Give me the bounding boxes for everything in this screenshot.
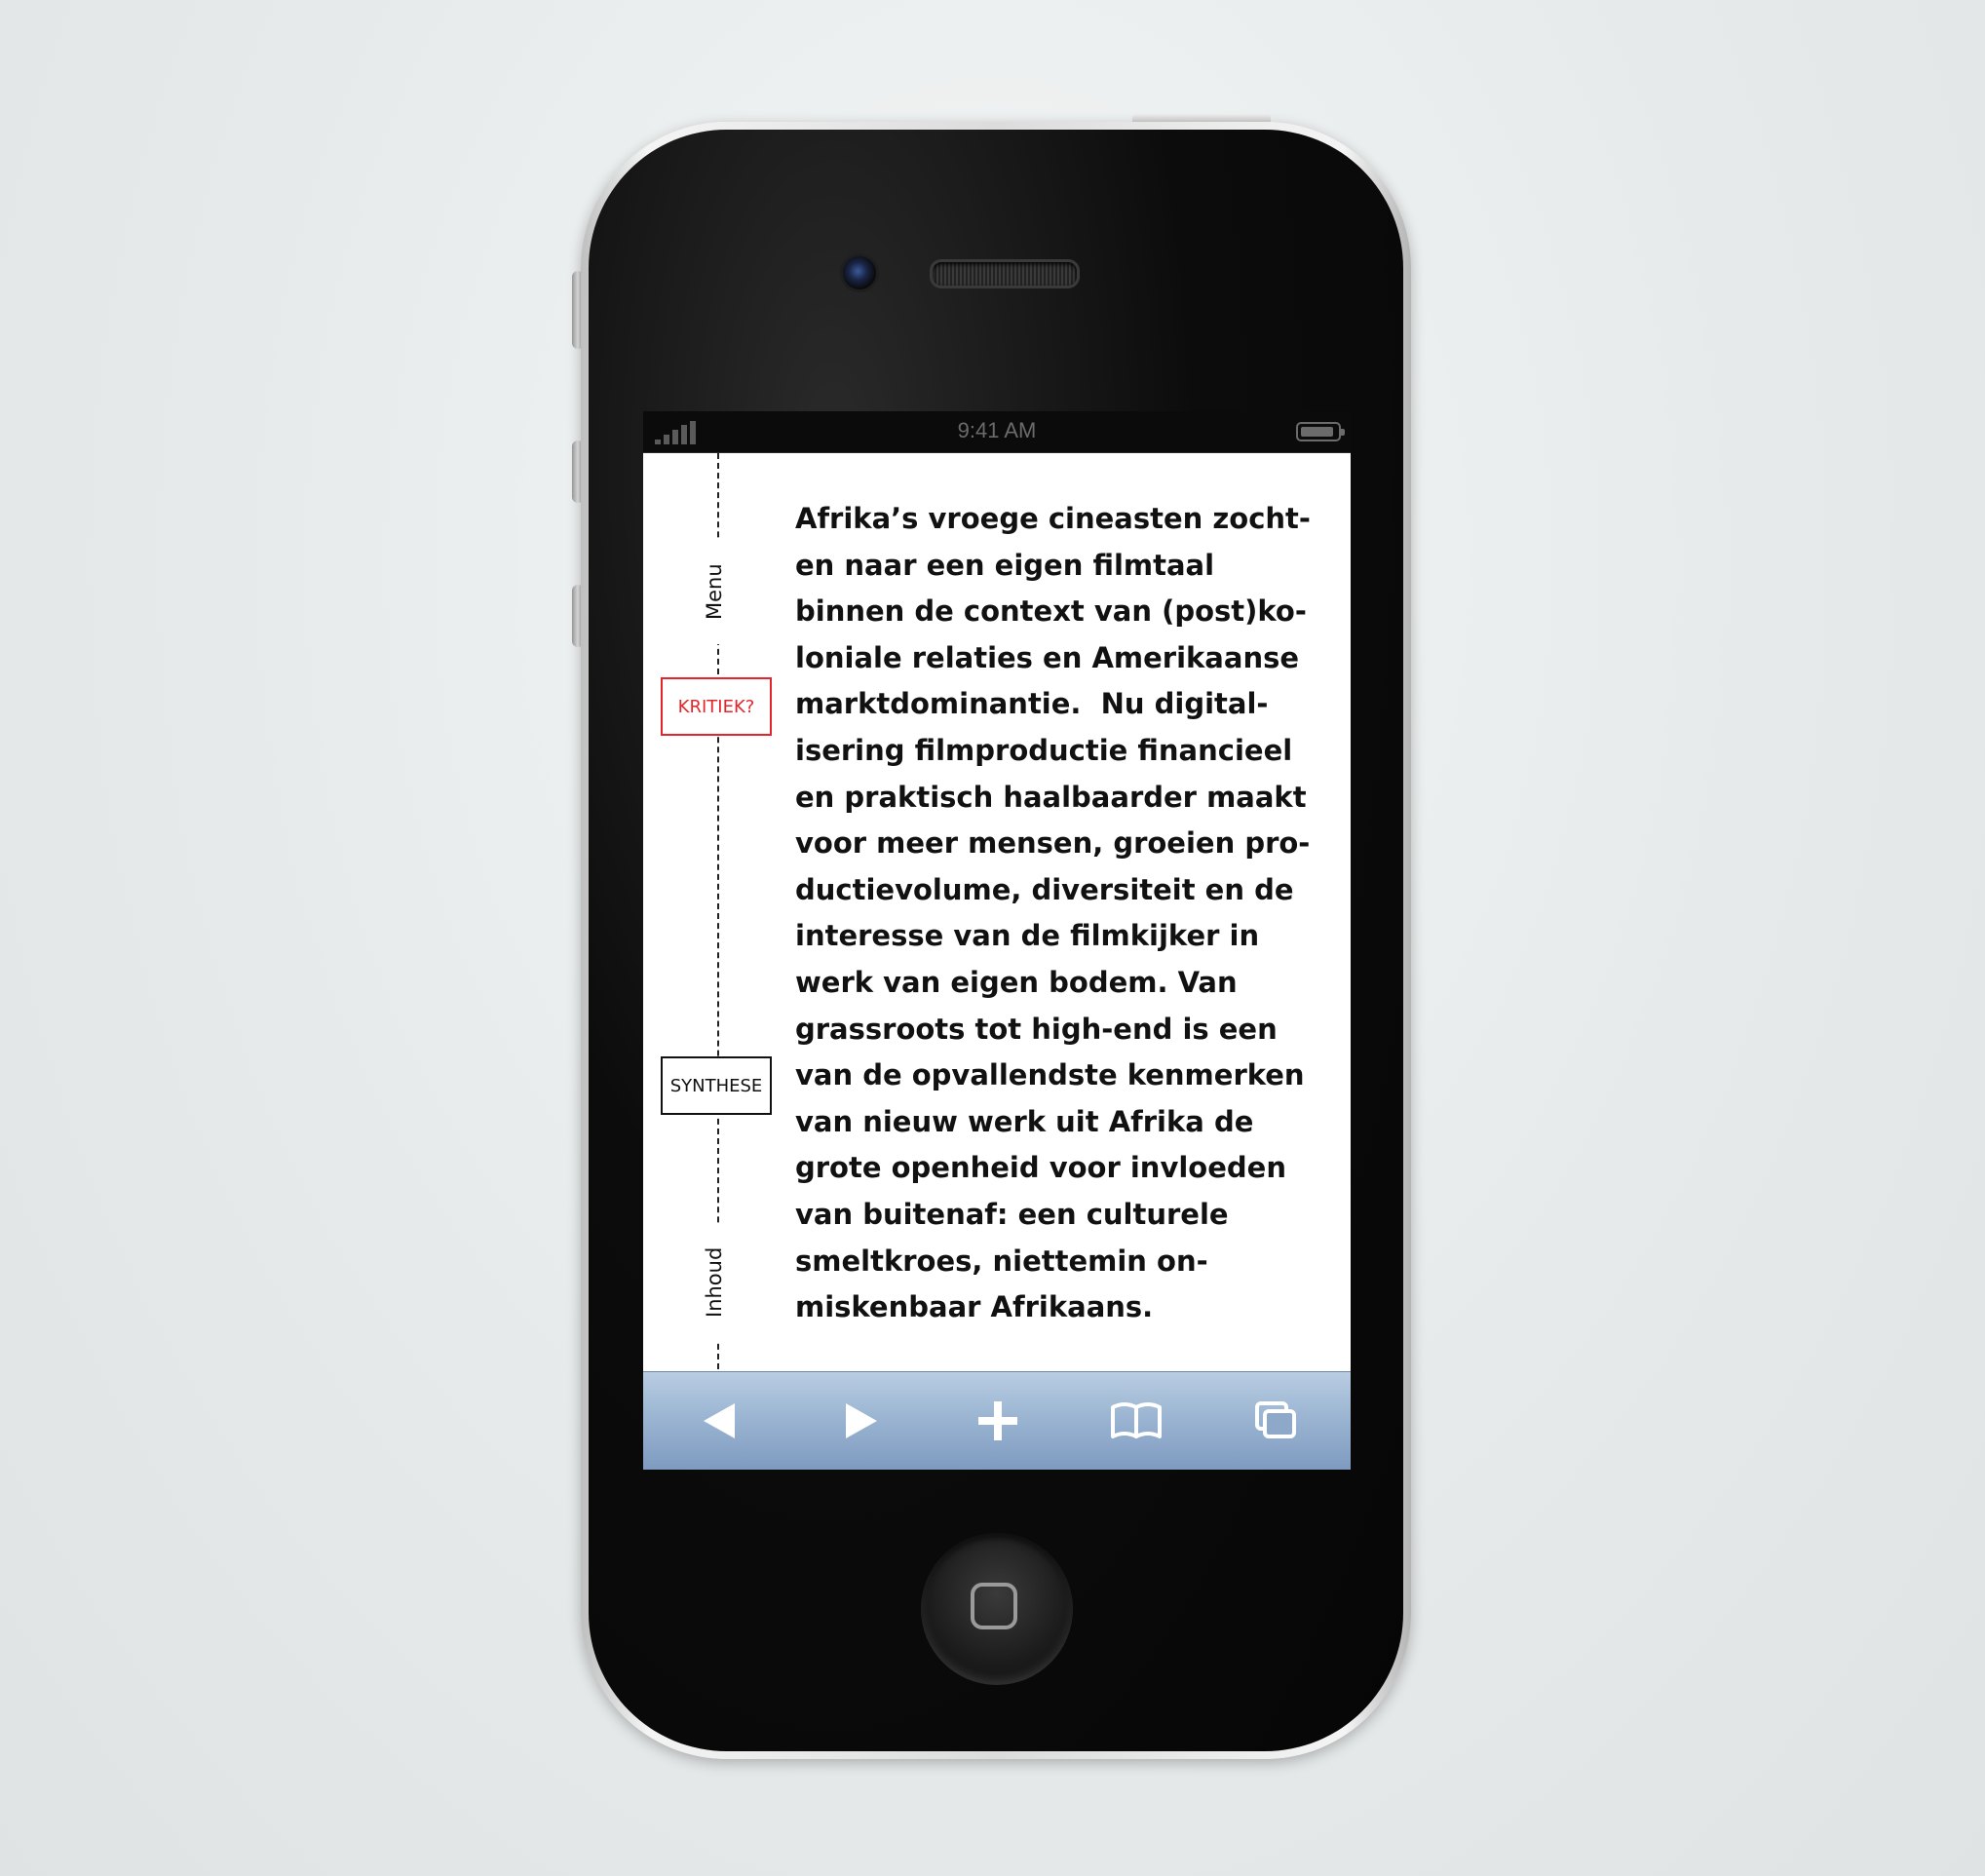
article-line: voor meer mensen, groeien pro- xyxy=(795,826,1311,861)
article-line: werk van eigen bodem. Van xyxy=(795,965,1238,999)
battery-icon xyxy=(1296,422,1345,441)
earpiece-speaker xyxy=(930,259,1080,288)
menu-link[interactable]: Menu xyxy=(703,539,734,644)
article-text: Afrika’s vroege cineasten zocht- en naar… xyxy=(795,496,1321,1331)
article-line: marktdominantie. Nu digital- xyxy=(795,687,1269,721)
article-line: loniale relaties en Amerikaanse xyxy=(795,640,1300,674)
article-line: miskenbaar Afrikaans. xyxy=(795,1290,1154,1324)
article-line: van buitenaf: een culturele xyxy=(795,1197,1229,1231)
article-line: grassroots tot high-end is een xyxy=(795,1012,1278,1046)
back-button[interactable] xyxy=(688,1394,750,1448)
article-line: van nieuw werk uit Afrika de xyxy=(795,1104,1254,1138)
article-line: Afrika’s vroege cineasten zocht- xyxy=(795,502,1311,535)
screen: 9:41 AM Menu KRITIEK? SYNTHESE Inhoud Af… xyxy=(643,411,1351,1470)
forward-icon xyxy=(846,1403,877,1438)
article-line: smeltkroes, niettemin on- xyxy=(795,1244,1208,1278)
page-content: Menu KRITIEK? SYNTHESE Inhoud Afrika’s v… xyxy=(643,453,1351,1371)
article-line: grote openheid voor invloeden xyxy=(795,1151,1286,1185)
article-line: en praktisch haalbaarder maakt xyxy=(795,780,1307,814)
article-line: interesse van de filmkijker in xyxy=(795,919,1260,953)
tabs-icon xyxy=(1255,1401,1296,1438)
forward-button[interactable] xyxy=(828,1394,891,1448)
inhoud-link[interactable]: Inhoud xyxy=(703,1223,734,1342)
status-bar: 9:41 AM xyxy=(643,411,1351,453)
home-square-icon xyxy=(971,1583,1017,1629)
bookmarks-icon xyxy=(1111,1402,1162,1438)
status-time: 9:41 AM xyxy=(957,418,1037,442)
article-line: ductievolume, diversiteit en de xyxy=(795,872,1294,906)
home-button[interactable] xyxy=(921,1533,1073,1685)
article-line: binnen de context van (post)ko- xyxy=(795,594,1307,629)
bookmarks-button[interactable] xyxy=(1105,1394,1167,1448)
synthese-section-button[interactable]: SYNTHESE xyxy=(661,1056,772,1115)
add-icon xyxy=(978,1401,1017,1440)
kritiek-section-button[interactable]: KRITIEK? xyxy=(661,677,772,736)
article-line: en naar een eigen filmtaal xyxy=(795,548,1215,582)
back-icon xyxy=(704,1403,735,1438)
article-line: isering filmproductie financieel xyxy=(795,733,1293,767)
front-camera xyxy=(840,253,879,292)
tabs-button[interactable] xyxy=(1243,1394,1306,1448)
browser-toolbar xyxy=(643,1371,1351,1470)
article-line: van de opvallendste kenmerken xyxy=(795,1058,1305,1092)
add-button[interactable] xyxy=(967,1394,1029,1448)
